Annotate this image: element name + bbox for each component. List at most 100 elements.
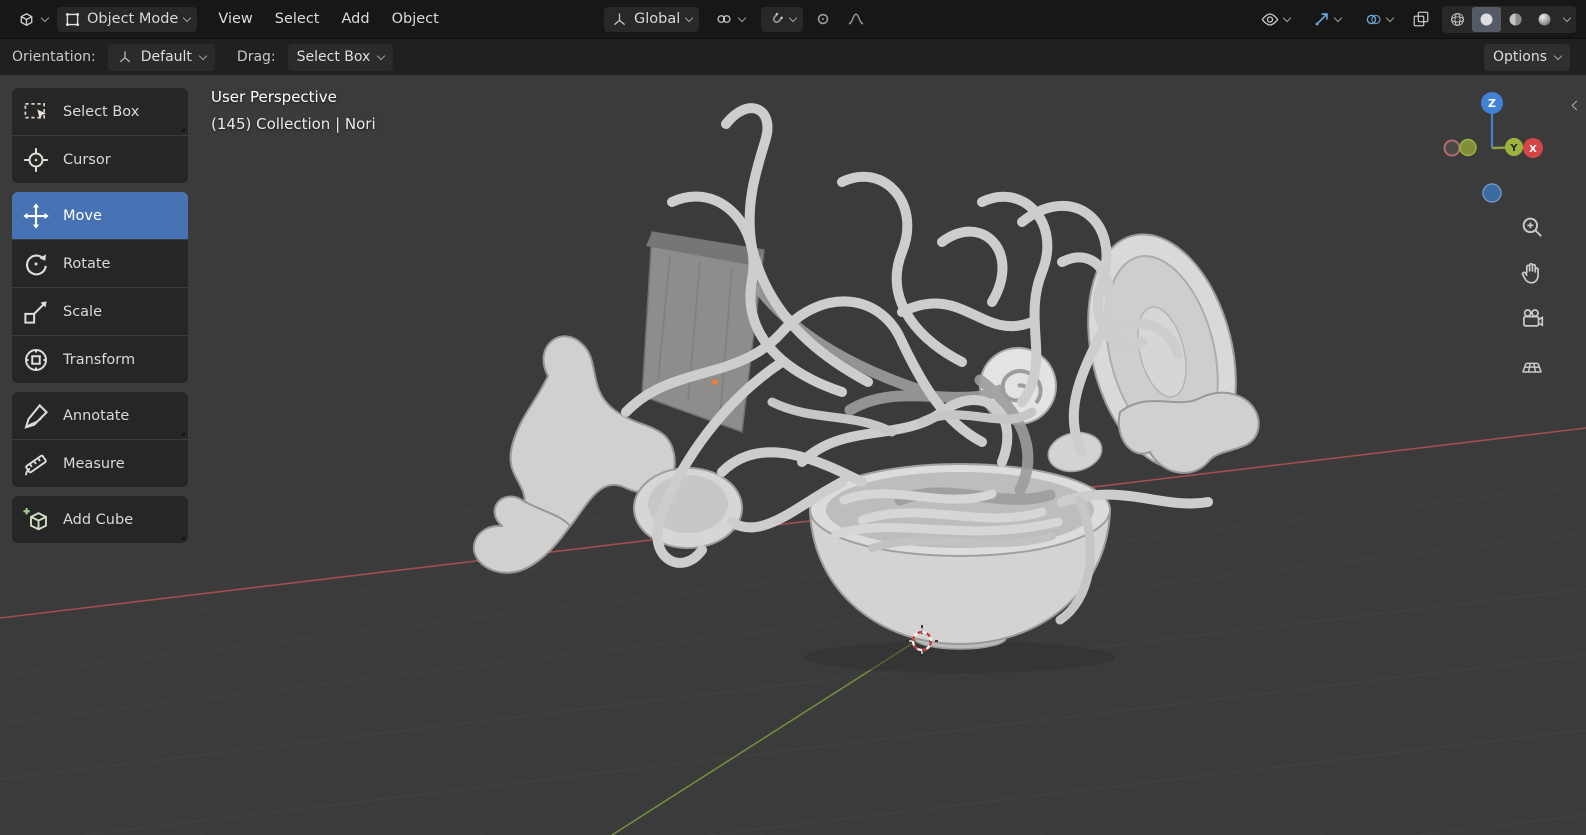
axis-neg-z-ball[interactable]	[1482, 183, 1502, 203]
tentacle-right	[1117, 391, 1260, 474]
orientation-axes-icon	[119, 51, 130, 63]
tool-label: Move	[63, 207, 102, 224]
axis-z-label: Z	[1488, 97, 1496, 110]
show-overlays-toggle[interactable]	[1357, 7, 1400, 32]
orientation-default-dropdown[interactable]: Default	[107, 43, 215, 71]
measure-icon	[25, 454, 47, 475]
collection-label: (145) Collection | Nori	[211, 115, 376, 133]
transform-orientation-dropdown[interactable]: Global	[604, 6, 700, 32]
orientation-value: Default	[140, 49, 192, 65]
visibility-eye-icon	[1261, 12, 1279, 26]
snap-magnet-icon[interactable]	[768, 11, 785, 28]
axis-y-label: Y	[1509, 143, 1518, 154]
topbar-right	[1253, 5, 1576, 33]
overlays-settings-dropdown[interactable]	[1385, 13, 1395, 22]
tool-cursor[interactable]: Cursor	[12, 136, 188, 183]
cursor-3d-marker	[906, 625, 938, 657]
tool-transform[interactable]: Transform	[12, 336, 188, 383]
axis-neg-x-ball[interactable]	[1443, 139, 1461, 157]
tool-measure[interactable]: Measure	[12, 440, 188, 487]
shading-settings-dropdown[interactable]	[1559, 13, 1575, 22]
menu-view[interactable]: View	[207, 6, 263, 32]
tool-annotate[interactable]: Annotate	[12, 392, 188, 439]
proportional-falloff-dropdown[interactable]	[843, 7, 869, 31]
camera-view-button[interactable]	[1516, 303, 1548, 335]
tool-label: Add Cube	[63, 511, 134, 528]
options-label: Options	[1492, 49, 1547, 65]
show-gizmos-toggle[interactable]	[1306, 6, 1348, 32]
chevron-down-icon	[1553, 51, 1563, 60]
wireframe-sphere-icon	[1451, 12, 1464, 26]
tool-label: Select Box	[63, 103, 140, 120]
sidebar-toggle-arrow[interactable]	[1569, 95, 1583, 115]
model-noodle-bowl[interactable]	[420, 80, 1280, 680]
viewport-3d[interactable]: User Perspective (145) Collection | Nori…	[0, 75, 1586, 835]
proportional-editing-toggle[interactable]	[812, 7, 834, 31]
gizmos-settings-dropdown[interactable]	[1333, 13, 1343, 22]
shading-wireframe-button[interactable]	[1443, 7, 1472, 32]
shading-material-button[interactable]	[1501, 7, 1530, 32]
chevron-down-icon	[377, 51, 386, 60]
shading-mode-group	[1442, 5, 1576, 33]
object-visibility-dropdown[interactable]	[1253, 7, 1297, 32]
tool-group-transform: Move Rotate Scale Transform	[12, 192, 188, 383]
snap-settings-dropdown[interactable]	[789, 13, 798, 22]
object-origin-dot	[712, 379, 718, 385]
chevron-down-icon	[40, 13, 50, 22]
orientation-axes-icon	[613, 13, 626, 25]
menu-object[interactable]: Object	[381, 6, 450, 32]
xray-icon	[1413, 11, 1429, 27]
zoom-button[interactable]	[1516, 211, 1548, 243]
add-cube-icon	[23, 507, 47, 530]
options-dropdown[interactable]: Options	[1483, 43, 1570, 71]
transform-icon	[25, 348, 47, 371]
drag-mode-dropdown[interactable]: Select Box	[287, 43, 394, 71]
tool-select-box[interactable]: Select Box	[12, 88, 188, 135]
tool-move[interactable]: Move	[12, 192, 188, 239]
tool-add-cube[interactable]: Add Cube	[12, 496, 188, 543]
mode-dropdown-label: Object Mode	[87, 11, 179, 27]
tool-group-annotate: Annotate Measure	[12, 392, 188, 487]
axis-neg-y-ball[interactable]	[1459, 138, 1477, 157]
object-mode-icon	[65, 12, 80, 26]
pivot-point-dropdown[interactable]	[708, 6, 752, 32]
chevron-down-icon	[685, 13, 694, 22]
mode-dropdown[interactable]: Object Mode	[57, 6, 198, 32]
editor-type-icon	[20, 12, 33, 26]
falloff-curve-icon	[848, 13, 864, 25]
pivot-point-icon	[717, 15, 731, 23]
tool-group-select: Select Box Cursor	[12, 88, 188, 183]
rotate-icon	[26, 253, 47, 275]
overlays-icon	[1366, 14, 1381, 24]
editor-type-selector[interactable]	[10, 6, 55, 33]
menubar: View Select Add Object	[207, 6, 449, 32]
xray-toggle[interactable]	[1409, 6, 1433, 32]
chevron-left-icon	[1571, 100, 1581, 110]
view-perspective-label: User Perspective	[211, 88, 337, 106]
shading-rendered-button[interactable]	[1530, 7, 1559, 32]
tool-rotate[interactable]: Rotate	[12, 240, 188, 287]
solid-sphere-icon	[1480, 13, 1493, 25]
navigation-axis-gizmo[interactable]: Z Y X	[1441, 90, 1545, 204]
topbar-left: Object Mode View Select Add Object	[10, 6, 450, 33]
menu-select[interactable]: Select	[264, 6, 331, 32]
tool-label: Rotate	[63, 255, 111, 272]
zoom-magnifier-icon	[1522, 217, 1542, 237]
pan-button[interactable]	[1516, 257, 1548, 289]
material-sphere-icon	[1509, 13, 1522, 25]
topbar: Object Mode View Select Add Object Globa…	[0, 0, 1586, 38]
shading-solid-button[interactable]	[1472, 6, 1501, 32]
chevron-down-icon	[183, 13, 192, 22]
axis-x-label: X	[1529, 144, 1537, 155]
tool-label: Measure	[63, 455, 125, 472]
chevron-down-icon	[1282, 13, 1292, 22]
tool-scale[interactable]: Scale	[12, 288, 188, 335]
viewport-side-controls	[1516, 211, 1548, 381]
gizmo-arrow-icon	[1315, 13, 1328, 26]
ortho-toggle-button[interactable]	[1516, 349, 1548, 381]
move-icon	[23, 202, 49, 229]
tool-label: Annotate	[63, 407, 130, 424]
menu-add[interactable]: Add	[331, 6, 381, 32]
cursor-tool-icon	[24, 147, 48, 172]
chevron-down-icon	[738, 13, 747, 22]
